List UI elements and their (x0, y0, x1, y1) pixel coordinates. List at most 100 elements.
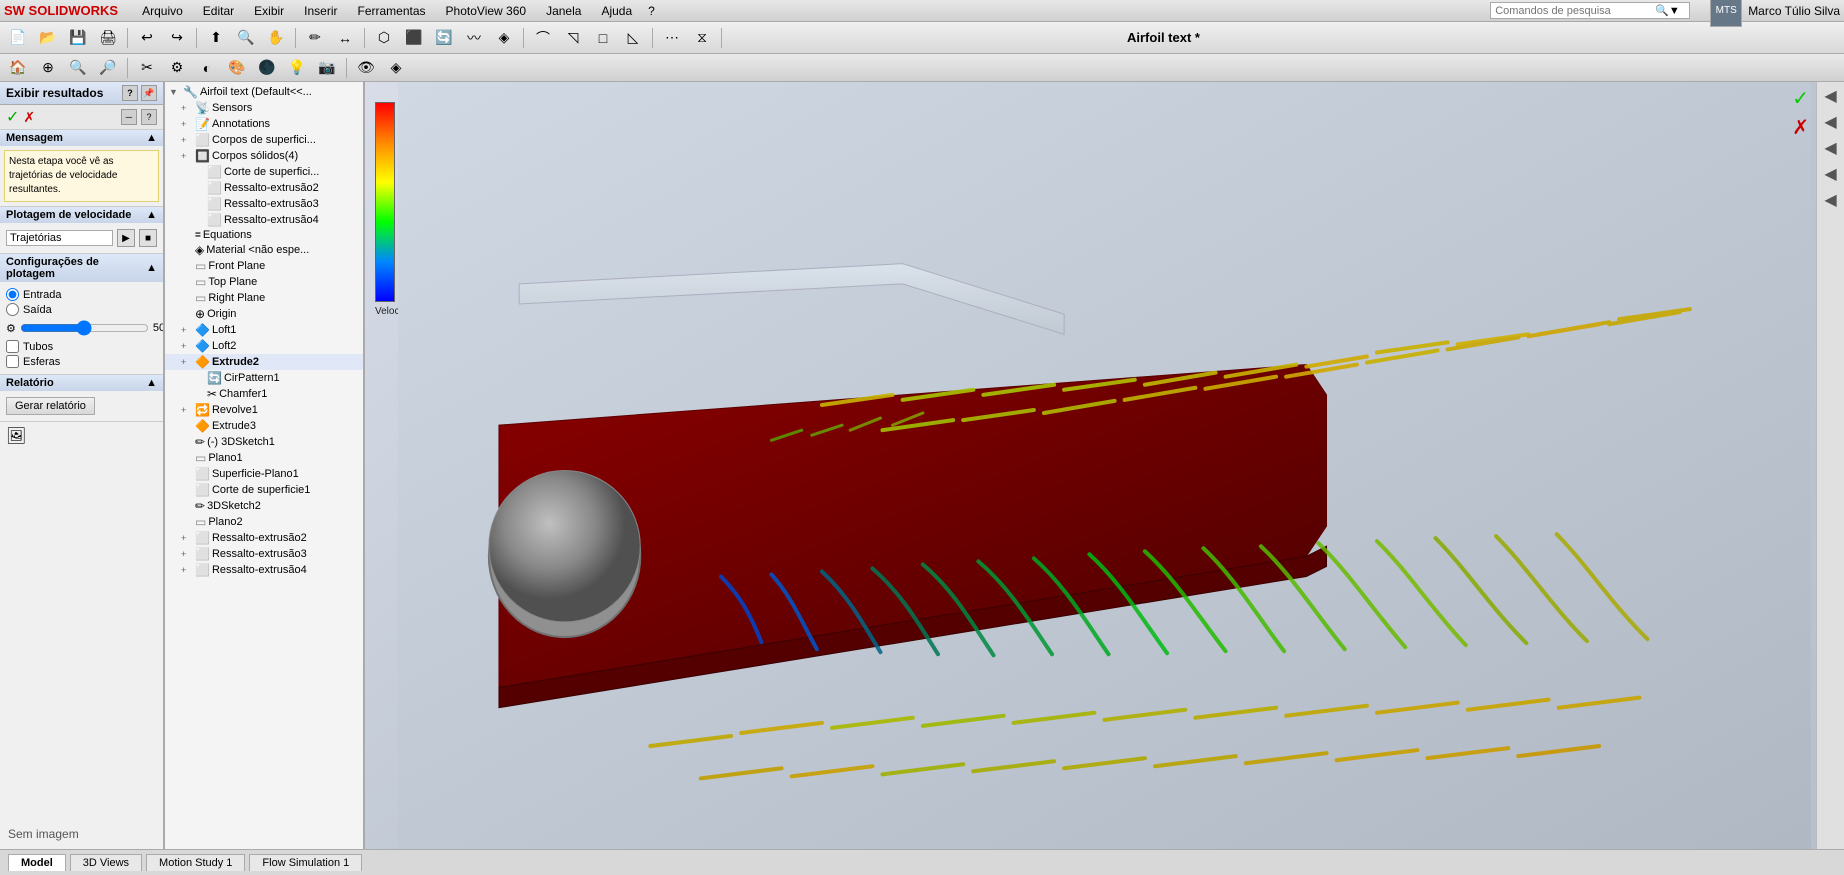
zoom-in-btn[interactable]: 🔍 (64, 55, 92, 81)
right-edge-icon-5[interactable]: ◀ (1820, 190, 1842, 210)
generate-report-btn[interactable]: Gerar relatório (6, 397, 95, 415)
velocity-header[interactable]: Plotagem de velocidade ▲ (0, 207, 163, 223)
tree-item-origin[interactable]: ⊕ Origin (165, 306, 363, 322)
right-edge-icon-2[interactable]: ◀ (1820, 112, 1842, 132)
stop-btn[interactable]: ■ (139, 229, 157, 247)
tree-root-item[interactable]: ▼ 🔧 Airfoil text (Default<<... (165, 84, 363, 100)
save-btn[interactable]: 💾 (64, 25, 92, 51)
search-bar[interactable]: 🔍 ▼ (1490, 2, 1690, 19)
feature-btn[interactable]: ⬡ (370, 25, 398, 51)
tree-item-ressalto2[interactable]: ⬜ Ressalto-extrusão2 (165, 180, 363, 196)
realview-btn[interactable]: 💡 (283, 55, 311, 81)
view-fit-btn[interactable]: ⊕ (34, 55, 62, 81)
section-view-btn[interactable]: ✂ (133, 55, 161, 81)
tab-3dviews[interactable]: 3D Views (70, 854, 142, 871)
esferas-checkbox[interactable] (6, 355, 19, 368)
tree-item-extrude3[interactable]: 🔶 Extrude3 (165, 418, 363, 434)
open-btn[interactable]: 📂 (34, 25, 62, 51)
entrada-radio[interactable] (6, 288, 19, 301)
saida-radio[interactable] (6, 303, 19, 316)
tree-item-corte-sup[interactable]: ⬜ Corte de superfici... (165, 164, 363, 180)
tree-item-ressalto4[interactable]: ⬜ Ressalto-extrusão4 (165, 212, 363, 228)
message-header[interactable]: Mensagem ▲ (0, 130, 163, 146)
display-btn[interactable]: ◐ (193, 55, 221, 81)
tab-flow[interactable]: Flow Simulation 1 (249, 854, 362, 871)
accept-btn[interactable]: ✓ (6, 107, 19, 127)
count-slider[interactable] (20, 320, 149, 336)
collapse-btn[interactable]: ? (122, 85, 138, 101)
loft-btn[interactable]: ◈ (490, 25, 518, 51)
tubes-checkbox[interactable] (6, 340, 19, 353)
tree-item-3dsketch2[interactable]: ✏ 3DSketch2 (165, 498, 363, 514)
viewport-icon[interactable]: 🖼 (0, 422, 163, 450)
smart-dim-btn[interactable]: ↔ (331, 25, 359, 51)
menu-ajuda[interactable]: Ajuda (597, 2, 636, 20)
print-btn[interactable]: 🖨 (94, 25, 122, 51)
right-edge-icon-4[interactable]: ◀ (1820, 164, 1842, 184)
report-header[interactable]: Relatório ▲ (0, 375, 163, 391)
tree-item-annotations[interactable]: + 📝 Annotations (165, 116, 363, 132)
tree-item-ressalto-ext4[interactable]: + ⬜ Ressalto-extrusão4 (165, 562, 363, 578)
view-orient-btn[interactable]: 🏠 (4, 55, 32, 81)
tree-item-equations[interactable]: = Equations (165, 228, 363, 242)
tree-item-loft2[interactable]: + 🔷 Loft2 (165, 338, 363, 354)
results-header[interactable]: Exibir resultados ? 📌 (0, 82, 163, 105)
viewport[interactable]: 285.474 263.515 241.555 219.595 197.636 … (365, 82, 1844, 849)
hide-show-btn[interactable]: 👁 (352, 55, 380, 81)
view-settings-btn[interactable]: ⚙ (163, 55, 191, 81)
select-btn[interactable]: ⬆ (202, 25, 230, 51)
menu-ferramentas[interactable]: Ferramentas (354, 2, 430, 20)
tree-item-plano2[interactable]: ▭ Plano2 (165, 514, 363, 530)
scene-btn[interactable]: 🌑 (253, 55, 281, 81)
extrude-btn[interactable]: ⬛ (400, 25, 428, 51)
redo-btn[interactable]: ↪ (163, 25, 191, 51)
search-input[interactable] (1495, 5, 1655, 17)
zoom-out-btn[interactable]: 🔎 (94, 55, 122, 81)
viewport-cancel-btn[interactable]: ✗ (1792, 115, 1809, 140)
tree-item-chamfer1[interactable]: ✂ Chamfer1 (165, 386, 363, 402)
photo-view-btn[interactable]: 📷 (313, 55, 341, 81)
tree-panel[interactable]: ▼ 🔧 Airfoil text (Default<<... + 📡 Senso… (165, 82, 365, 849)
revolve-btn[interactable]: 🔄 (430, 25, 458, 51)
tree-item-extrude2[interactable]: + 🔶 Extrude2 (165, 354, 363, 370)
menu-arquivo[interactable]: Arquivo (138, 2, 187, 20)
pan-btn[interactable]: ✋ (262, 25, 290, 51)
tree-item-ressalto-ext2[interactable]: + ⬜ Ressalto-extrusão2 (165, 530, 363, 546)
tree-item-ressalto3[interactable]: ⬜ Ressalto-extrusão3 (165, 196, 363, 212)
tree-item-corte-sup1[interactable]: ⬜ Corte de superficie1 (165, 482, 363, 498)
right-edge-icon-1[interactable]: ◀ (1820, 86, 1842, 106)
plotconfig-header[interactable]: Configurações de plotagem ▲ (0, 254, 163, 282)
pin-btn[interactable]: 📌 (141, 85, 157, 101)
tree-item-3dsketch1[interactable]: ✏ (-) 3DSketch1 (165, 434, 363, 450)
tree-item-revolve1[interactable]: + 🔁 Revolve1 (165, 402, 363, 418)
undo-btn[interactable]: ↩ (133, 25, 161, 51)
tree-item-plano1[interactable]: ▭ Plano1 (165, 450, 363, 466)
tree-item-corpos-superficie[interactable]: + ⬜ Corpos de superfici... (165, 132, 363, 148)
play-btn[interactable]: ▶ (117, 229, 135, 247)
tree-item-sensors[interactable]: + 📡 Sensors (165, 100, 363, 116)
new-btn[interactable]: 📄 (4, 25, 32, 51)
tree-item-ressalto-ext3[interactable]: + ⬜ Ressalto-extrusão3 (165, 546, 363, 562)
minimize-btn[interactable]: ─ (121, 109, 137, 125)
viewport-accept-btn[interactable]: ✓ (1792, 86, 1809, 111)
tree-item-front-plane[interactable]: ▭ Front Plane (165, 258, 363, 274)
help-btn[interactable]: ? (141, 109, 157, 125)
draft-btn[interactable]: ◺ (619, 25, 647, 51)
pattern-btn[interactable]: ⋯ (658, 25, 686, 51)
sketch-btn[interactable]: ✏ (301, 25, 329, 51)
sweep-btn[interactable]: 〰 (460, 25, 488, 51)
tree-item-right-plane[interactable]: ▭ Right Plane (165, 290, 363, 306)
appearance-btn[interactable]: 🎨 (223, 55, 251, 81)
cancel-btn[interactable]: ✗ (23, 109, 35, 126)
menu-janela[interactable]: Janela (542, 2, 585, 20)
tree-item-cirpattern1[interactable]: 🔄 CirPattern1 (165, 370, 363, 386)
menu-editar[interactable]: Editar (199, 2, 238, 20)
tab-motion[interactable]: Motion Study 1 (146, 854, 245, 871)
tree-item-corpos-solidos[interactable]: + 🔲 Corpos sólidos(4) (165, 148, 363, 164)
fillet-btn[interactable]: ⌒ (529, 25, 557, 51)
chamfer-btn[interactable]: ◹ (559, 25, 587, 51)
search-dropdown-icon[interactable]: ▼ (1669, 5, 1680, 17)
trajectory-select[interactable]: Trajetórias (6, 230, 113, 246)
right-edge-icon-3[interactable]: ◀ (1820, 138, 1842, 158)
transparency-btn[interactable]: ◈ (382, 55, 410, 81)
